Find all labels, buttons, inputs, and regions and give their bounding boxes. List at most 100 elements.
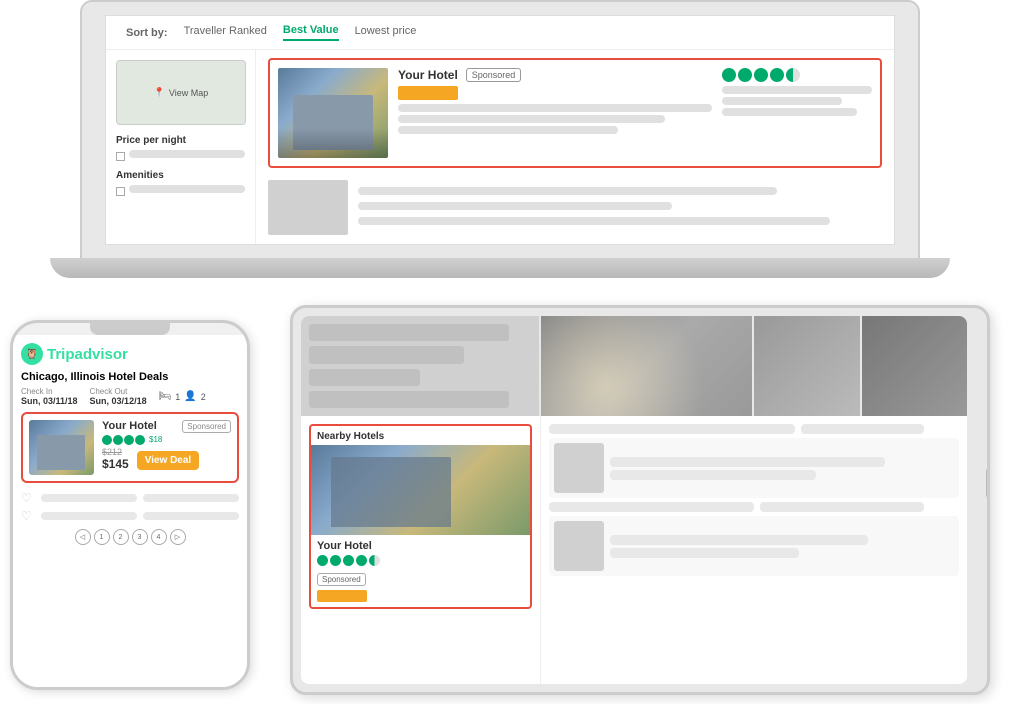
phone: 🦉 Tripadvisor Chicago, Illinois Hotel De…	[10, 320, 250, 690]
laptop-screen: Sort by: Traveller Ranked Best Value Low…	[105, 15, 895, 245]
right-card-1	[549, 438, 959, 498]
right-thumb-2	[554, 521, 604, 571]
heart-icon-2: ♡	[21, 509, 35, 523]
guests-count: 2	[201, 392, 206, 402]
sec-bar-2	[358, 202, 672, 210]
amenities-checkbox-row	[116, 185, 245, 197]
tab-lowest-price[interactable]: Lowest price	[355, 25, 417, 40]
hotel-info: Your Hotel Sponsored	[398, 68, 712, 158]
t-bubble-2	[330, 555, 341, 566]
prev-page[interactable]: ◁	[75, 529, 91, 545]
tablet-screen: Nearby Hotels Your Hotel Sponso	[301, 316, 967, 684]
bottom-placeholders: ♡ ♡	[21, 491, 239, 523]
rating-section	[722, 68, 872, 158]
price-bar	[398, 86, 458, 100]
featured-hotel-card[interactable]: Your Hotel Sponsored	[268, 58, 882, 168]
page-4[interactable]: 4	[151, 529, 167, 545]
rating-bars	[722, 86, 872, 116]
page-2[interactable]: 2	[113, 529, 129, 545]
reviews-count: $18	[149, 435, 162, 445]
phone-rating-bubbles: $18	[102, 435, 231, 445]
hotel-name-row: Your Hotel Sponsored	[398, 68, 712, 82]
guests-info: 🛏 1 👤 2	[159, 387, 206, 406]
amenities-filter: Amenities	[116, 170, 245, 197]
heart-icon: ♡	[21, 491, 35, 505]
sec-bar-3	[358, 217, 830, 225]
ls-sidebar: 📍 View Map Price per night Amenities	[106, 50, 256, 244]
right-info-bar-1	[610, 457, 885, 467]
price-checkbox-row	[116, 150, 245, 162]
page-1[interactable]: 1	[94, 529, 110, 545]
info-bar-2	[398, 115, 665, 123]
price-checkbox[interactable]	[116, 152, 125, 161]
next-page[interactable]: ▷	[170, 529, 186, 545]
right-row-2	[549, 502, 959, 512]
laptop-body: Sort by: Traveller Ranked Best Value Low…	[80, 0, 920, 260]
right-info-bar-4	[610, 548, 799, 558]
sort-by-label: Sort by:	[126, 27, 168, 39]
bottom-bar-4	[143, 512, 239, 520]
tablet-body: Nearby Hotels Your Hotel Sponso	[290, 305, 990, 695]
tablet-top-strip	[301, 316, 967, 416]
secondary-hotel-info	[358, 180, 882, 235]
tablet-sponsored-badge: Sponsored	[317, 573, 366, 586]
checkout-value: Sun, 03/12/18	[90, 396, 147, 406]
map-box[interactable]: 📍 View Map	[116, 60, 246, 125]
ph-bubble-2	[113, 435, 123, 445]
tripadvisor-logo: 🦉 Tripadvisor	[21, 343, 128, 365]
secondary-hotel-img	[268, 180, 348, 235]
bed-icon: 🛏	[159, 391, 172, 402]
price-placeholder	[129, 150, 245, 158]
right-bar-3	[549, 502, 754, 512]
phone-body: 🦉 Tripadvisor Chicago, Illinois Hotel De…	[10, 320, 250, 690]
tablet-main-photo	[541, 316, 752, 416]
tripadvisor-owl-icon: 🦉	[21, 343, 43, 365]
right-bar-4	[760, 502, 924, 512]
checkin-label: Check In	[21, 387, 78, 396]
tablet-rating-bubbles	[317, 555, 524, 566]
checkout-col: Check Out Sun, 03/12/18	[90, 387, 147, 406]
person-icon: 👤	[184, 391, 196, 402]
tablet-hotel-card[interactable]: Nearby Hotels Your Hotel Sponso	[309, 424, 532, 609]
top-placeholder-2	[309, 346, 464, 363]
amenities-checkbox[interactable]	[116, 187, 125, 196]
view-deal-button[interactable]: View Deal	[137, 451, 200, 470]
tripadvisor-header: 🦉 Tripadvisor	[21, 343, 239, 365]
right-bar-1	[549, 424, 795, 434]
bottom-bar-2	[143, 494, 239, 502]
bottom-bar-1	[41, 494, 137, 502]
bubble-half	[786, 68, 800, 82]
phone-sponsored-badge: Sponsored	[182, 420, 231, 433]
tablet-top-left	[301, 316, 541, 416]
tab-traveller-ranked[interactable]: Traveller Ranked	[184, 25, 267, 40]
info-bars	[398, 104, 712, 134]
right-info-2	[610, 521, 954, 571]
ls-main: Your Hotel Sponsored	[256, 50, 894, 244]
bottom-row-2: ♡	[21, 509, 239, 523]
dates-row: Check In Sun, 03/11/18 Check Out Sun, 03…	[21, 387, 239, 406]
t-bubble-4	[356, 555, 367, 566]
t-bubble-half	[369, 555, 380, 566]
tab-best-value[interactable]: Best Value	[283, 24, 339, 41]
tablet-content: Nearby Hotels Your Hotel Sponso	[301, 416, 967, 684]
tablet-photo-3	[860, 316, 968, 416]
price-new: $145	[102, 457, 129, 471]
hotel-name: Your Hotel	[398, 68, 458, 82]
right-thumb-1	[554, 443, 604, 493]
right-info-bar-3	[610, 535, 868, 545]
rating-bubbles	[722, 68, 872, 82]
phone-hotel-card[interactable]: Sponsored Your Hotel $18	[21, 412, 239, 483]
top-placeholder-3	[309, 369, 420, 386]
rooms-count: 1	[175, 392, 180, 402]
tablet-hotel-details: Your Hotel Sponsored	[311, 535, 530, 607]
top-placeholder-4	[309, 391, 509, 408]
tablet-left-panel: Nearby Hotels Your Hotel Sponso	[301, 416, 541, 684]
info-bar-1	[398, 104, 712, 112]
bubble-3	[754, 68, 768, 82]
city-title: Chicago, Illinois Hotel Deals	[21, 371, 239, 383]
secondary-card	[268, 176, 882, 239]
tablet-power-button[interactable]	[986, 468, 990, 498]
amenities-filter-title: Amenities	[116, 170, 245, 181]
tablet-photos	[541, 316, 967, 416]
page-3[interactable]: 3	[132, 529, 148, 545]
